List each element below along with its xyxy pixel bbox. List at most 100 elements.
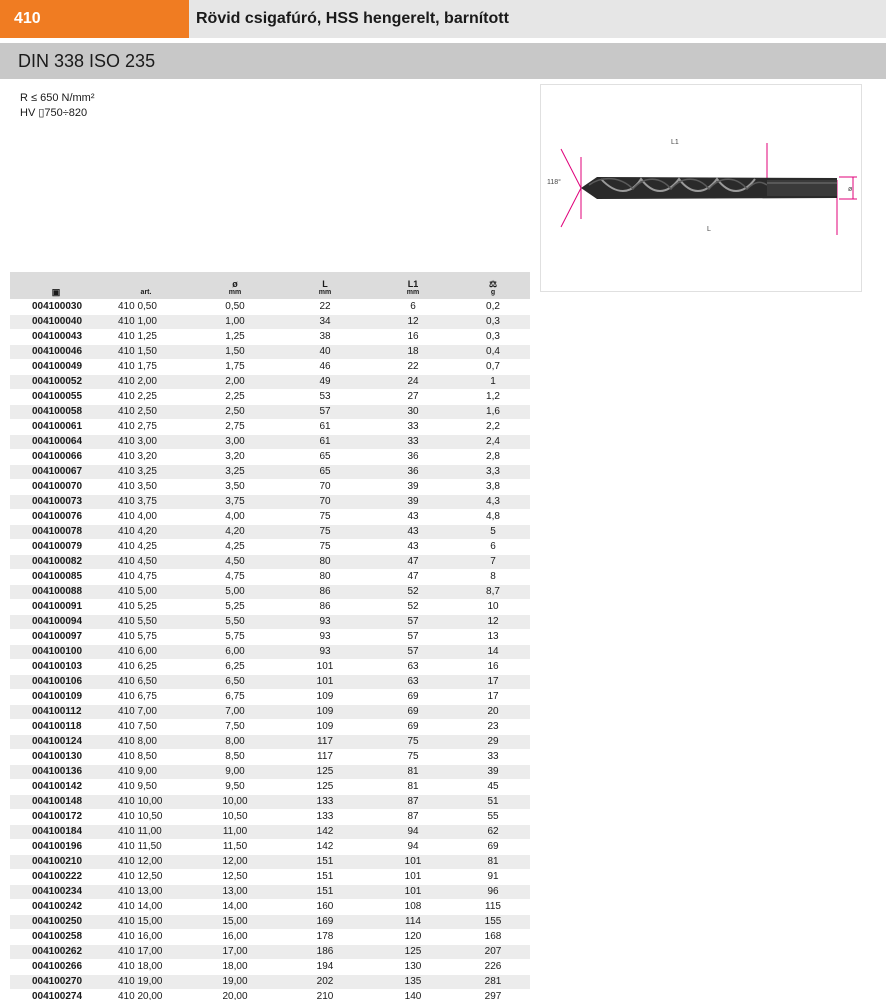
- cell-l1: 24: [407, 375, 419, 387]
- cell-l1: 125: [404, 945, 422, 957]
- cell-code: 004100046: [32, 345, 83, 357]
- table-row: 004100222 410 12,50 12,50 151 101 91: [10, 869, 530, 884]
- cell-art: 410 8,00: [118, 735, 157, 747]
- cell-code: 004100058: [32, 405, 83, 417]
- table-row: 004100184 410 11,00 11,00 142 94 62: [10, 824, 530, 839]
- cell-weight: 29: [487, 735, 499, 747]
- header-length-col: Lmm: [280, 272, 370, 299]
- cell-length: 109: [316, 705, 334, 717]
- cell-diameter: 1,25: [225, 330, 245, 342]
- cell-code: 004100030: [32, 300, 83, 312]
- cell-diameter: 9,00: [225, 765, 245, 777]
- cell-length: 210: [316, 990, 334, 1000]
- cell-weight: 4,3: [486, 495, 500, 507]
- cell-l1: 16: [407, 330, 419, 342]
- table-row: 004100088 410 5,00 5,00 86 52 8,7: [10, 584, 530, 599]
- cell-weight: 14: [487, 645, 499, 657]
- table-row: 004100266 410 18,00 18,00 194 130 226: [10, 959, 530, 974]
- cell-length: 70: [319, 480, 331, 492]
- cell-art: 410 2,25: [118, 390, 157, 402]
- cell-weight: 13: [487, 630, 499, 642]
- cell-art: 410 10,50: [118, 810, 163, 822]
- cell-code: 004100067: [32, 465, 83, 477]
- drill-drawing: L1 L 118° ø: [540, 84, 862, 292]
- table-row: 004100103 410 6,25 6,25 101 63 16: [10, 659, 530, 674]
- cell-length: 40: [319, 345, 331, 357]
- header-diameter-col: ø mm: [190, 272, 280, 299]
- cell-art: 410 5,25: [118, 600, 157, 612]
- cell-weight: 2,2: [486, 420, 500, 432]
- product-code-badge: 410: [0, 0, 189, 38]
- cell-length: 75: [319, 525, 331, 537]
- cell-code: 004100070: [32, 480, 83, 492]
- cell-weight: 0,7: [486, 360, 500, 372]
- cell-length: 125: [316, 765, 334, 777]
- cell-length: 133: [316, 795, 334, 807]
- cell-weight: 0,3: [486, 315, 500, 327]
- cell-diameter: 18,00: [222, 960, 248, 972]
- cell-weight: 33: [487, 750, 499, 762]
- header-art-col-unit: art.: [140, 288, 152, 296]
- header-l1-col: L1 mm: [370, 272, 456, 299]
- cell-weight: 281: [484, 975, 502, 987]
- cell-l1: 52: [407, 600, 419, 612]
- cell-weight: 8: [490, 570, 496, 582]
- cell-art: 410 4,20: [118, 525, 157, 537]
- header-weight-col-symbol: ⚖: [488, 278, 498, 289]
- table-row: 004100043 410 1,25 1,25 38 16 0,3: [10, 329, 530, 344]
- cell-weight: 23: [487, 720, 499, 732]
- table-row: 004100067 410 3,25 3,25 65 36 3,3: [10, 464, 530, 479]
- table-row: 004100250 410 15,00 15,00 169 114 155: [10, 914, 530, 929]
- cell-code: 004100040: [32, 315, 83, 327]
- cell-diameter: 7,50: [225, 720, 245, 732]
- table-row: 004100130 410 8,50 8,50 117 75 33: [10, 749, 530, 764]
- cell-length: 109: [316, 720, 334, 732]
- cell-art: 410 6,00: [118, 645, 157, 657]
- cell-diameter: 4,20: [225, 525, 245, 537]
- cell-length: 151: [316, 885, 334, 897]
- cell-code: 004100061: [32, 420, 83, 432]
- angle-label: 118°: [547, 178, 561, 186]
- header-l1-col-symbol: L1: [407, 278, 419, 289]
- cell-l1: 69: [407, 690, 419, 702]
- cell-code: 004100082: [32, 555, 83, 567]
- cell-length: 186: [316, 945, 334, 957]
- cell-weight: 17: [487, 690, 499, 702]
- header-diameter-col-symbol: ø: [232, 278, 238, 289]
- header-length-col-unit: mm: [318, 288, 332, 296]
- drill-bit-illustration: L1 L 118° ø: [547, 139, 857, 235]
- table-row: 004100064 410 3,00 3,00 61 33 2,4: [10, 434, 530, 449]
- cell-length: 93: [319, 615, 331, 627]
- cell-code: 004100234: [32, 885, 83, 897]
- table-row: 004100061 410 2,75 2,75 61 33 2,2: [10, 419, 530, 434]
- cell-length: 38: [319, 330, 331, 342]
- cell-code: 004100196: [32, 840, 83, 852]
- table-row: 004100196 410 11,50 11,50 142 94 69: [10, 839, 530, 854]
- cell-length: 117: [317, 735, 333, 747]
- table-row: 004100076 410 4,00 4,00 75 43 4,8: [10, 509, 530, 524]
- cell-l1: 120: [404, 930, 422, 942]
- cell-length: 46: [319, 360, 331, 372]
- cell-weight: 3,3: [486, 465, 500, 477]
- cell-diameter: 14,00: [222, 900, 248, 912]
- cell-weight: 81: [487, 855, 499, 867]
- cell-code: 004100078: [32, 525, 83, 537]
- cell-code: 004100270: [32, 975, 83, 987]
- cell-diameter: 8,50: [225, 750, 245, 762]
- cell-weight: 51: [487, 795, 499, 807]
- cell-l1: 22: [407, 360, 419, 372]
- cell-diameter: 9,50: [225, 780, 245, 792]
- cell-weight: 7: [490, 555, 496, 567]
- cell-l1: 101: [404, 870, 422, 882]
- table-body: 004100030 410 0,50 0,50 22 6 0,2 004100040 410 …: [10, 299, 530, 1000]
- table-row: 004100109 410 6,75 6,75 109 69 17: [10, 689, 530, 704]
- cell-l1: 63: [407, 660, 419, 672]
- table-row: 004100055 410 2,25 2,25 53 27 1,2: [10, 389, 530, 404]
- cell-art: 410 4,00: [118, 510, 157, 522]
- cell-code: 004100106: [32, 675, 83, 687]
- cell-l1: 52: [407, 585, 419, 597]
- cell-l1: 94: [407, 840, 419, 852]
- cell-code: 004100097: [32, 630, 83, 642]
- cell-code: 004100064: [32, 435, 83, 447]
- table-row: 004100049 410 1,75 1,75 46 22 0,7: [10, 359, 530, 374]
